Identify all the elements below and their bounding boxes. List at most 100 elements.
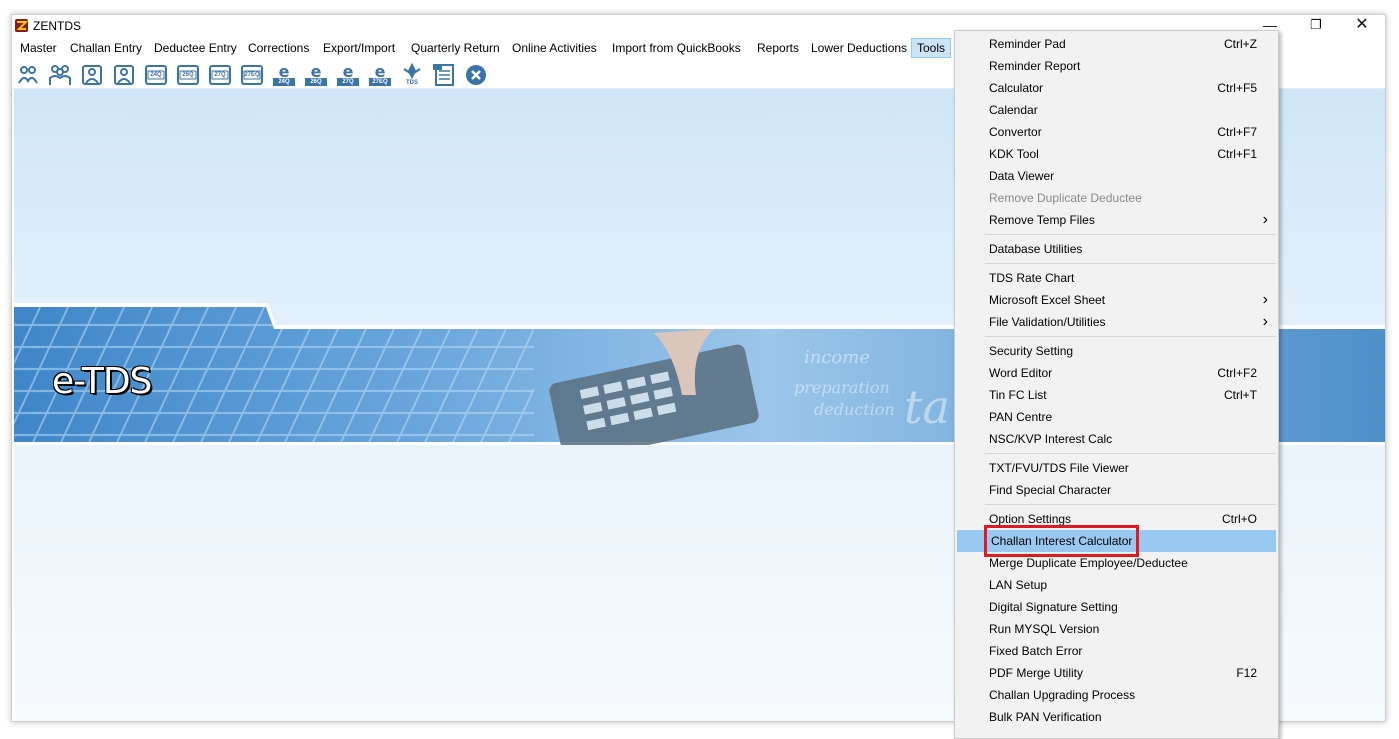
e-27q-icon[interactable]: e 27Q	[336, 62, 360, 87]
menu-item-nsc-kvp-interest-calc[interactable]: NSC/KVP Interest Calc	[957, 428, 1276, 450]
menu-separator	[985, 453, 1276, 454]
menu-challan-entry[interactable]: Challan Entry	[69, 39, 143, 57]
svg-text:ta: ta	[904, 380, 950, 434]
toolbar-icon-label: TDS	[406, 80, 418, 86]
menu-separator	[985, 336, 1276, 337]
toolbar-icon-label: 24Q	[278, 79, 290, 85]
menu-item-tin-fc-list[interactable]: Tin FC List Ctrl+T	[957, 384, 1276, 406]
menu-item-challan-interest-calculator[interactable]: Challan Interest Calculator	[957, 525, 1276, 557]
toolbar-icon-label: 27Q	[342, 79, 354, 85]
tds-icon[interactable]: TDS	[400, 62, 424, 87]
menu-master[interactable]: Master	[19, 39, 58, 57]
chevron-right-icon: ›	[1262, 211, 1268, 228]
menu-item-label: Microsoft Excel Sheet	[989, 293, 1106, 307]
menu-item-shortcut: Ctrl+O	[1221, 512, 1257, 526]
menu-import-from-quickbooks[interactable]: Import from QuickBooks	[611, 39, 742, 57]
menu-item-run-mysql-version[interactable]: Run MYSQL Version	[957, 618, 1276, 640]
deductees-icon[interactable]	[48, 63, 72, 87]
menu-separator	[985, 234, 1276, 235]
form-24q-icon[interactable]: 24Q	[144, 63, 168, 87]
menu-item-label: Merge Duplicate Employee/Deductee	[989, 556, 1188, 570]
menu-reports[interactable]: Reports	[756, 39, 800, 57]
menu-item-label: Find Special Character	[989, 483, 1112, 497]
menu-export-import[interactable]: Export/Import	[322, 39, 396, 57]
menu-item-calendar[interactable]: Calendar	[957, 99, 1276, 121]
report-sheet-icon[interactable]	[432, 63, 456, 87]
close-circle-icon[interactable]	[464, 63, 488, 87]
menu-item-label: Tin FC List	[989, 388, 1047, 402]
menu-item-reminder-pad[interactable]: Reminder Pad Ctrl+Z	[957, 33, 1276, 55]
menu-tools[interactable]: Tools	[911, 38, 952, 58]
menu-item-shortcut: Ctrl+F1	[1217, 147, 1257, 161]
menu-item-label: NSC/KVP Interest Calc	[989, 432, 1113, 446]
menu-item-merge-duplicate-employee-deductee[interactable]: Merge Duplicate Employee/Deductee	[957, 552, 1276, 574]
menu-item-digital-signature-setting[interactable]: Digital Signature Setting	[957, 596, 1276, 618]
e-24q-icon[interactable]: e 24Q	[272, 62, 296, 87]
menu-item-label: Security Setting	[989, 344, 1074, 358]
menu-item-word-editor[interactable]: Word Editor Ctrl+F2	[957, 362, 1276, 384]
employee-icon[interactable]	[80, 63, 104, 87]
toolbar-icon-label: 24Q	[150, 72, 162, 78]
menu-item-challan-upgrading-process[interactable]: Challan Upgrading Process	[957, 684, 1276, 706]
menu-item-reminder-report[interactable]: Reminder Report	[957, 55, 1276, 77]
deductor-icon[interactable]	[16, 63, 40, 87]
form-27eq-icon[interactable]: 27EQ	[240, 63, 264, 87]
menu-item-remove-temp-files[interactable]: Remove Temp Files ›	[957, 209, 1276, 231]
menu-item-microsoft-excel-sheet[interactable]: Microsoft Excel Sheet ›	[957, 289, 1276, 311]
menu-item-label: Reminder Pad	[989, 37, 1066, 51]
menu-item-fixed-batch-error[interactable]: Fixed Batch Error	[957, 640, 1276, 662]
menu-item-security-setting[interactable]: Security Setting	[957, 340, 1276, 362]
menu-item-label: Digital Signature Setting	[989, 600, 1118, 614]
close-button[interactable]: ✕	[1339, 15, 1385, 37]
menu-lower-deductions[interactable]: Lower Deductions	[810, 39, 908, 57]
menu-quarterly-return[interactable]: Quarterly Return	[410, 39, 501, 57]
menu-item-file-validation-utilities[interactable]: File Validation/Utilities ›	[957, 311, 1276, 333]
menu-item-find-special-character[interactable]: Find Special Character	[957, 479, 1276, 501]
menu-online-activities[interactable]: Online Activities	[511, 39, 598, 57]
menu-item-label: PAN Centre	[989, 410, 1053, 424]
menu-item-database-utilities[interactable]: Database Utilities	[957, 238, 1276, 260]
form-26q-icon[interactable]: 26Q	[176, 63, 200, 87]
menu-item-shortcut: F12	[1236, 666, 1257, 680]
menu-item-shortcut: Ctrl+F2	[1217, 366, 1257, 380]
window-title: ZENTDS	[33, 19, 81, 33]
toolbar-icon-label: 26Q	[310, 79, 322, 85]
menu-item-txt-fvu-tds-file-viewer[interactable]: TXT/FVU/TDS File Viewer	[957, 457, 1276, 479]
menu-item-label: Word Editor	[989, 366, 1053, 380]
menu-item-lan-setup[interactable]: LAN Setup	[957, 574, 1276, 596]
menu-item-bulk-pan-verification[interactable]: Bulk PAN Verification	[957, 706, 1276, 728]
e-26q-icon[interactable]: e 26Q	[304, 62, 328, 87]
menu-separator	[985, 263, 1276, 264]
menu-item-data-viewer[interactable]: Data Viewer	[957, 165, 1276, 187]
menu-item-convertor[interactable]: Convertor Ctrl+F7	[957, 121, 1276, 143]
menu-deductee-entry[interactable]: Deductee Entry	[153, 39, 238, 57]
menu-item-option-settings[interactable]: Option Settings Ctrl+O	[957, 508, 1276, 530]
menu-item-label: Option Settings	[989, 512, 1072, 526]
menu-item-label: Run MYSQL Version	[989, 622, 1100, 636]
app-logo-icon	[15, 19, 28, 32]
menu-item-label: TXT/FVU/TDS File Viewer	[989, 461, 1129, 475]
menu-item-label: Fixed Batch Error	[989, 644, 1083, 658]
svg-text:preparation: preparation	[794, 378, 890, 397]
e-27eq-icon[interactable]: e 27EQ	[368, 62, 392, 87]
menu-item-label: Reminder Report	[989, 59, 1081, 73]
menu-corrections[interactable]: Corrections	[247, 39, 310, 57]
menu-item-label: Remove Duplicate Deductee	[989, 191, 1142, 205]
menu-item-shortcut: Ctrl+T	[1224, 388, 1257, 402]
employee-add-icon[interactable]	[112, 63, 136, 87]
menu-item-label: Bulk PAN Verification	[989, 710, 1102, 724]
toolbar-icon-label: 27Q	[214, 72, 226, 78]
menu-item-shortcut: Ctrl+Z	[1224, 37, 1257, 51]
menu-item-kdk-tool[interactable]: KDK Tool Ctrl+F1	[957, 143, 1276, 165]
menu-item-pdf-merge-utility[interactable]: PDF Merge Utility F12	[957, 662, 1276, 684]
menu-item-label: KDK Tool	[989, 147, 1039, 161]
menu-item-calculator[interactable]: Calculator Ctrl+F5	[957, 77, 1276, 99]
banner-title: e-TDS	[52, 361, 152, 402]
menu-item-label: Calendar	[989, 103, 1038, 117]
menu-item-pan-centre[interactable]: PAN Centre	[957, 406, 1276, 428]
menu-item-label: PDF Merge Utility	[989, 666, 1084, 680]
svg-text:deduction: deduction	[814, 400, 895, 419]
menu-item-tds-rate-chart[interactable]: TDS Rate Chart	[957, 267, 1276, 289]
form-27q-icon[interactable]: 27Q	[208, 63, 232, 87]
restore-button[interactable]: ❐	[1293, 15, 1339, 37]
